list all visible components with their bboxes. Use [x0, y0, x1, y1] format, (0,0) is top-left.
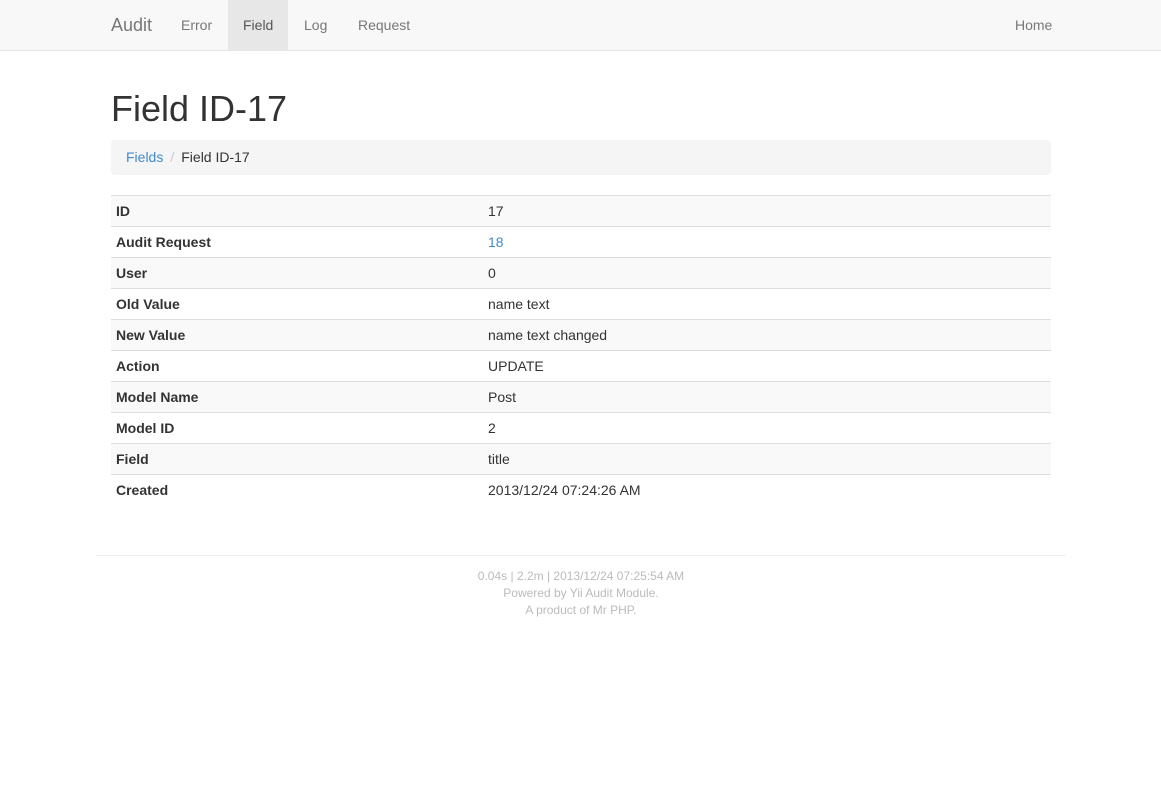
nav-item-field[interactable]: Field [228, 0, 289, 50]
mr-php-link[interactable]: Mr PHP [593, 603, 633, 617]
table-row: Model Name Post [111, 381, 1051, 413]
breadcrumb-fields-link[interactable]: Fields [126, 149, 163, 165]
footer: 0.04s | 2.2m | 2013/12/24 07:25:54 AM Po… [96, 555, 1066, 619]
footer-product-of: A product of Mr PHP. [96, 602, 1066, 619]
table-row: New Value name text changed [111, 319, 1051, 351]
breadcrumb-current: Field ID-17 [181, 149, 250, 165]
row-label: Created [111, 474, 483, 506]
row-value: 17 [483, 195, 1051, 227]
table-row: ID 17 [111, 195, 1051, 227]
nav-item-request[interactable]: Request [343, 0, 425, 50]
row-value: 18 [483, 226, 1051, 258]
footer-stats: 0.04s | 2.2m | 2013/12/24 07:25:54 AM [477, 569, 685, 583]
table-row: User 0 [111, 257, 1051, 289]
yii-audit-module-link[interactable]: Yii Audit Module [570, 586, 656, 600]
row-label: Action [111, 350, 483, 382]
table-row: Action UPDATE [111, 350, 1051, 382]
table-row: Old Value name text [111, 288, 1051, 320]
product-of-text: A product of [525, 603, 593, 617]
row-label: Old Value [111, 288, 483, 320]
footer-powered-by: Powered by Yii Audit Module. [96, 585, 1066, 602]
powered-by-text: Powered by [503, 586, 570, 600]
row-label: Model Name [111, 381, 483, 413]
row-value: name text [483, 288, 1051, 320]
table-row: Audit Request 18 [111, 226, 1051, 258]
nav-item-home[interactable]: Home [1000, 0, 1067, 50]
field-detail-table: ID 17 Audit Request 18 User 0 Old Value … [111, 195, 1051, 506]
brand-link[interactable]: Audit [111, 0, 152, 50]
row-value: title [483, 443, 1051, 475]
powered-by-suffix: . [655, 586, 659, 600]
table-row: Model ID 2 [111, 412, 1051, 444]
product-of-suffix: . [633, 603, 637, 617]
row-value: Post [483, 381, 1051, 413]
table-row: Created 2013/12/24 07:24:26 AM [111, 474, 1051, 506]
row-label: ID [111, 195, 483, 227]
row-label: User [111, 257, 483, 289]
row-value: UPDATE [483, 350, 1051, 382]
row-value: 0 [483, 257, 1051, 289]
breadcrumb: Fields / Field ID-17 [111, 140, 1051, 175]
row-label: Audit Request [111, 226, 483, 258]
breadcrumb-separator: / [170, 149, 175, 165]
audit-request-link[interactable]: 18 [488, 234, 504, 250]
table-row: Field title [111, 443, 1051, 475]
row-label: New Value [111, 319, 483, 351]
row-value: 2 [483, 412, 1051, 444]
row-label: Model ID [111, 412, 483, 444]
row-label: Field [111, 443, 483, 475]
nav-item-error[interactable]: Error [166, 0, 227, 50]
nav-item-log[interactable]: Log [289, 0, 342, 50]
row-value: 2013/12/24 07:24:26 AM [483, 474, 1051, 506]
page-title: Field ID-17 [111, 88, 288, 129]
row-value: name text changed [483, 319, 1051, 351]
top-navbar: Audit Error Field Log Request Home [0, 0, 1161, 51]
